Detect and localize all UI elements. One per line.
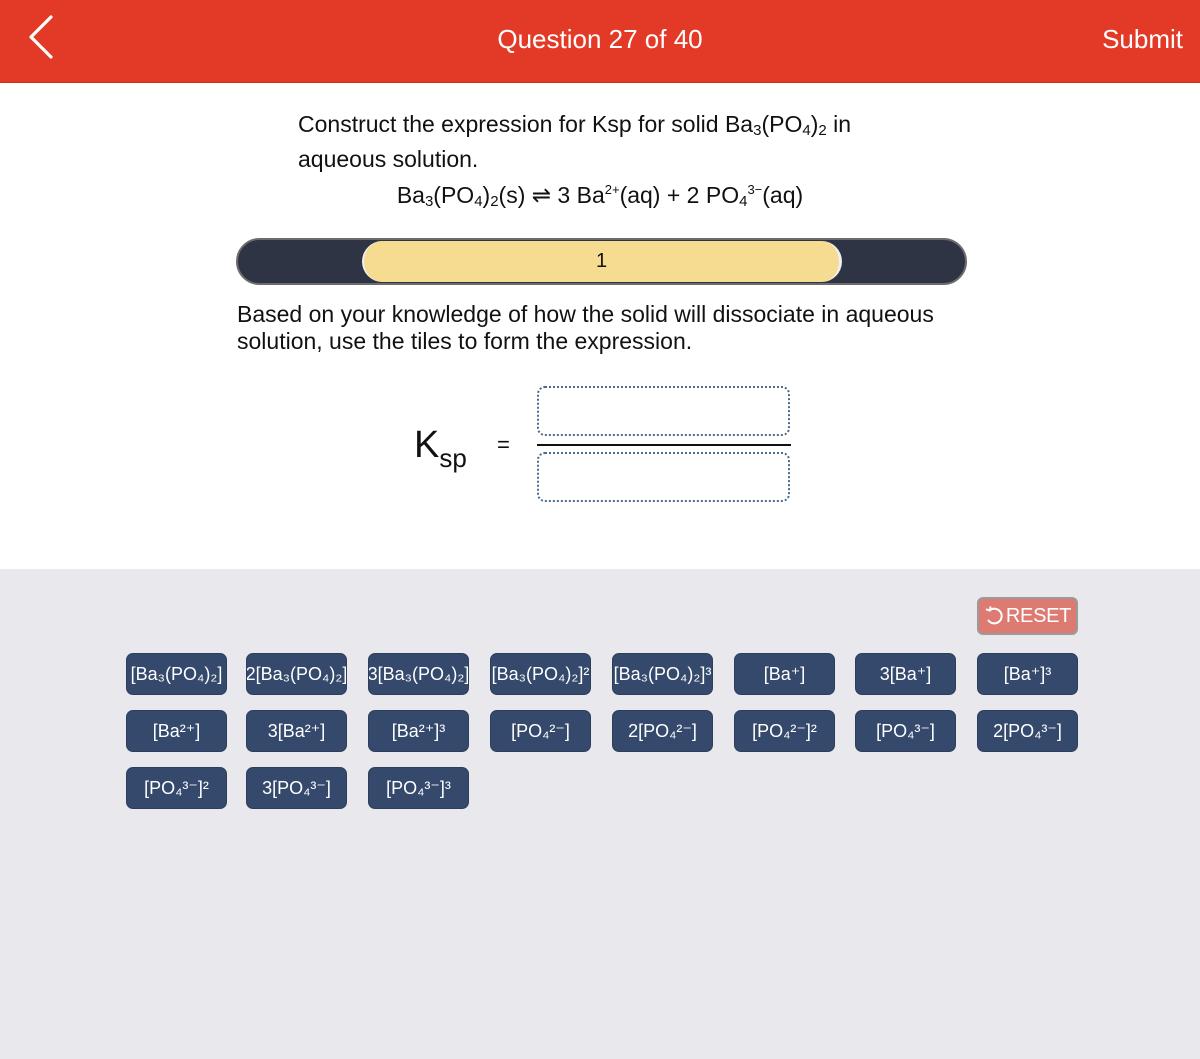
tile-label: 2[PO₄²⁻]	[628, 720, 697, 741]
fraction-bar	[537, 444, 791, 446]
tile[interactable]: [Ba₃(PO₄)₂]²	[490, 653, 591, 695]
reset-button[interactable]: RESET	[977, 597, 1078, 635]
tile-label: 3[PO₄³⁻]	[262, 777, 331, 798]
tile[interactable]: 3[Ba₃(PO₄)₂]	[368, 653, 469, 695]
tile[interactable]: [Ba⁺]	[734, 653, 835, 695]
tile[interactable]: [PO₄³⁻]³	[368, 767, 469, 809]
tile[interactable]: 2[Ba₃(PO₄)₂]	[246, 653, 347, 695]
reset-label: RESET	[1005, 604, 1072, 627]
ksp-k: K	[414, 424, 440, 466]
step-indicator[interactable]: 1	[362, 241, 842, 282]
tile[interactable]: [Ba₃(PO₄)₂]	[126, 653, 227, 695]
tile-label: 2[PO₄³⁻]	[993, 720, 1062, 741]
tile[interactable]: [Ba⁺]³	[977, 653, 1078, 695]
instruction-text: Based on your knowledge of how the solid…	[237, 301, 934, 354]
tile[interactable]: [PO₄³⁻]	[855, 710, 956, 752]
undo-icon	[985, 606, 1003, 625]
tile-label: [Ba₃(PO₄)₂]	[130, 663, 223, 684]
tile-label: [PO₄³⁻]²	[144, 777, 209, 798]
tile[interactable]: [PO₄³⁻]²	[126, 767, 227, 809]
question-prompt: Construct the expression for Ksp for sol…	[298, 110, 918, 173]
question-counter: Question 27 of 40	[0, 24, 1200, 55]
tile[interactable]: 3[Ba⁺]	[855, 653, 956, 695]
step-number: 1	[595, 250, 608, 272]
tile-tray	[0, 569, 1200, 1059]
equation-text: Ba3(PO4)2(s) ⇌ 3 Ba2+(aq) + 2 PO43−(aq)	[396, 182, 804, 210]
tile-label: 3[Ba⁺]	[879, 663, 932, 684]
tile[interactable]: [Ba²⁺]³	[368, 710, 469, 752]
tile[interactable]: [Ba²⁺]	[126, 710, 227, 752]
tile[interactable]: 2[PO₄³⁻]	[977, 710, 1078, 752]
prompt-subscript: 2	[818, 122, 827, 139]
tile-label: 3[Ba₃(PO₄)₂]	[368, 663, 469, 684]
tile-label: [Ba₃(PO₄)₂]³	[613, 663, 712, 684]
tile[interactable]: [PO₄²⁻]	[490, 710, 591, 752]
tile[interactable]: 2[PO₄²⁻]	[612, 710, 713, 752]
tile-label: [Ba₃(PO₄)₂]²	[491, 663, 590, 684]
prompt-formula-part: (PO	[761, 111, 803, 137]
equals-sign: =	[497, 432, 510, 457]
tile-label: [Ba⁺]³	[1003, 663, 1052, 684]
tile-label: [PO₄²⁻]	[511, 720, 570, 741]
tile-label: [PO₄³⁻]³	[386, 777, 451, 798]
question-counter-text: Question 27 of 40	[497, 24, 703, 54]
submit-button[interactable]: Submit	[1102, 24, 1183, 55]
tile-label: 2[Ba₃(PO₄)₂]	[246, 663, 347, 684]
tile-label: [PO₄³⁻]	[876, 720, 935, 741]
tile-label: [Ba⁺]	[763, 663, 806, 684]
denominator-dropzone[interactable]	[537, 452, 790, 502]
tile-label: 3[Ba²⁺]	[267, 720, 326, 741]
dissociation-equation: Ba3(PO4)2(s) ⇌ 3 Ba2+(aq) + 2 PO43−(aq)	[0, 182, 1200, 210]
tile-label: [Ba²⁺]³	[391, 720, 446, 741]
prompt-text-start: Construct the expression for Ksp for sol…	[298, 111, 754, 137]
tile-label: [PO₄²⁻]²	[752, 720, 817, 741]
tile-label: [Ba²⁺]	[152, 720, 201, 741]
top-bar: Question 27 of 40 Submit	[0, 0, 1200, 83]
tile[interactable]: 3[Ba²⁺]	[246, 710, 347, 752]
prompt-subscript: 4	[802, 122, 811, 139]
numerator-dropzone[interactable]	[537, 386, 790, 436]
tile[interactable]: [Ba₃(PO₄)₂]³	[612, 653, 713, 695]
tile[interactable]: 3[PO₄³⁻]	[246, 767, 347, 809]
ksp-label: Ksp	[414, 424, 467, 474]
tile[interactable]: [PO₄²⁻]²	[734, 710, 835, 752]
ksp-subscript: sp	[439, 443, 467, 473]
